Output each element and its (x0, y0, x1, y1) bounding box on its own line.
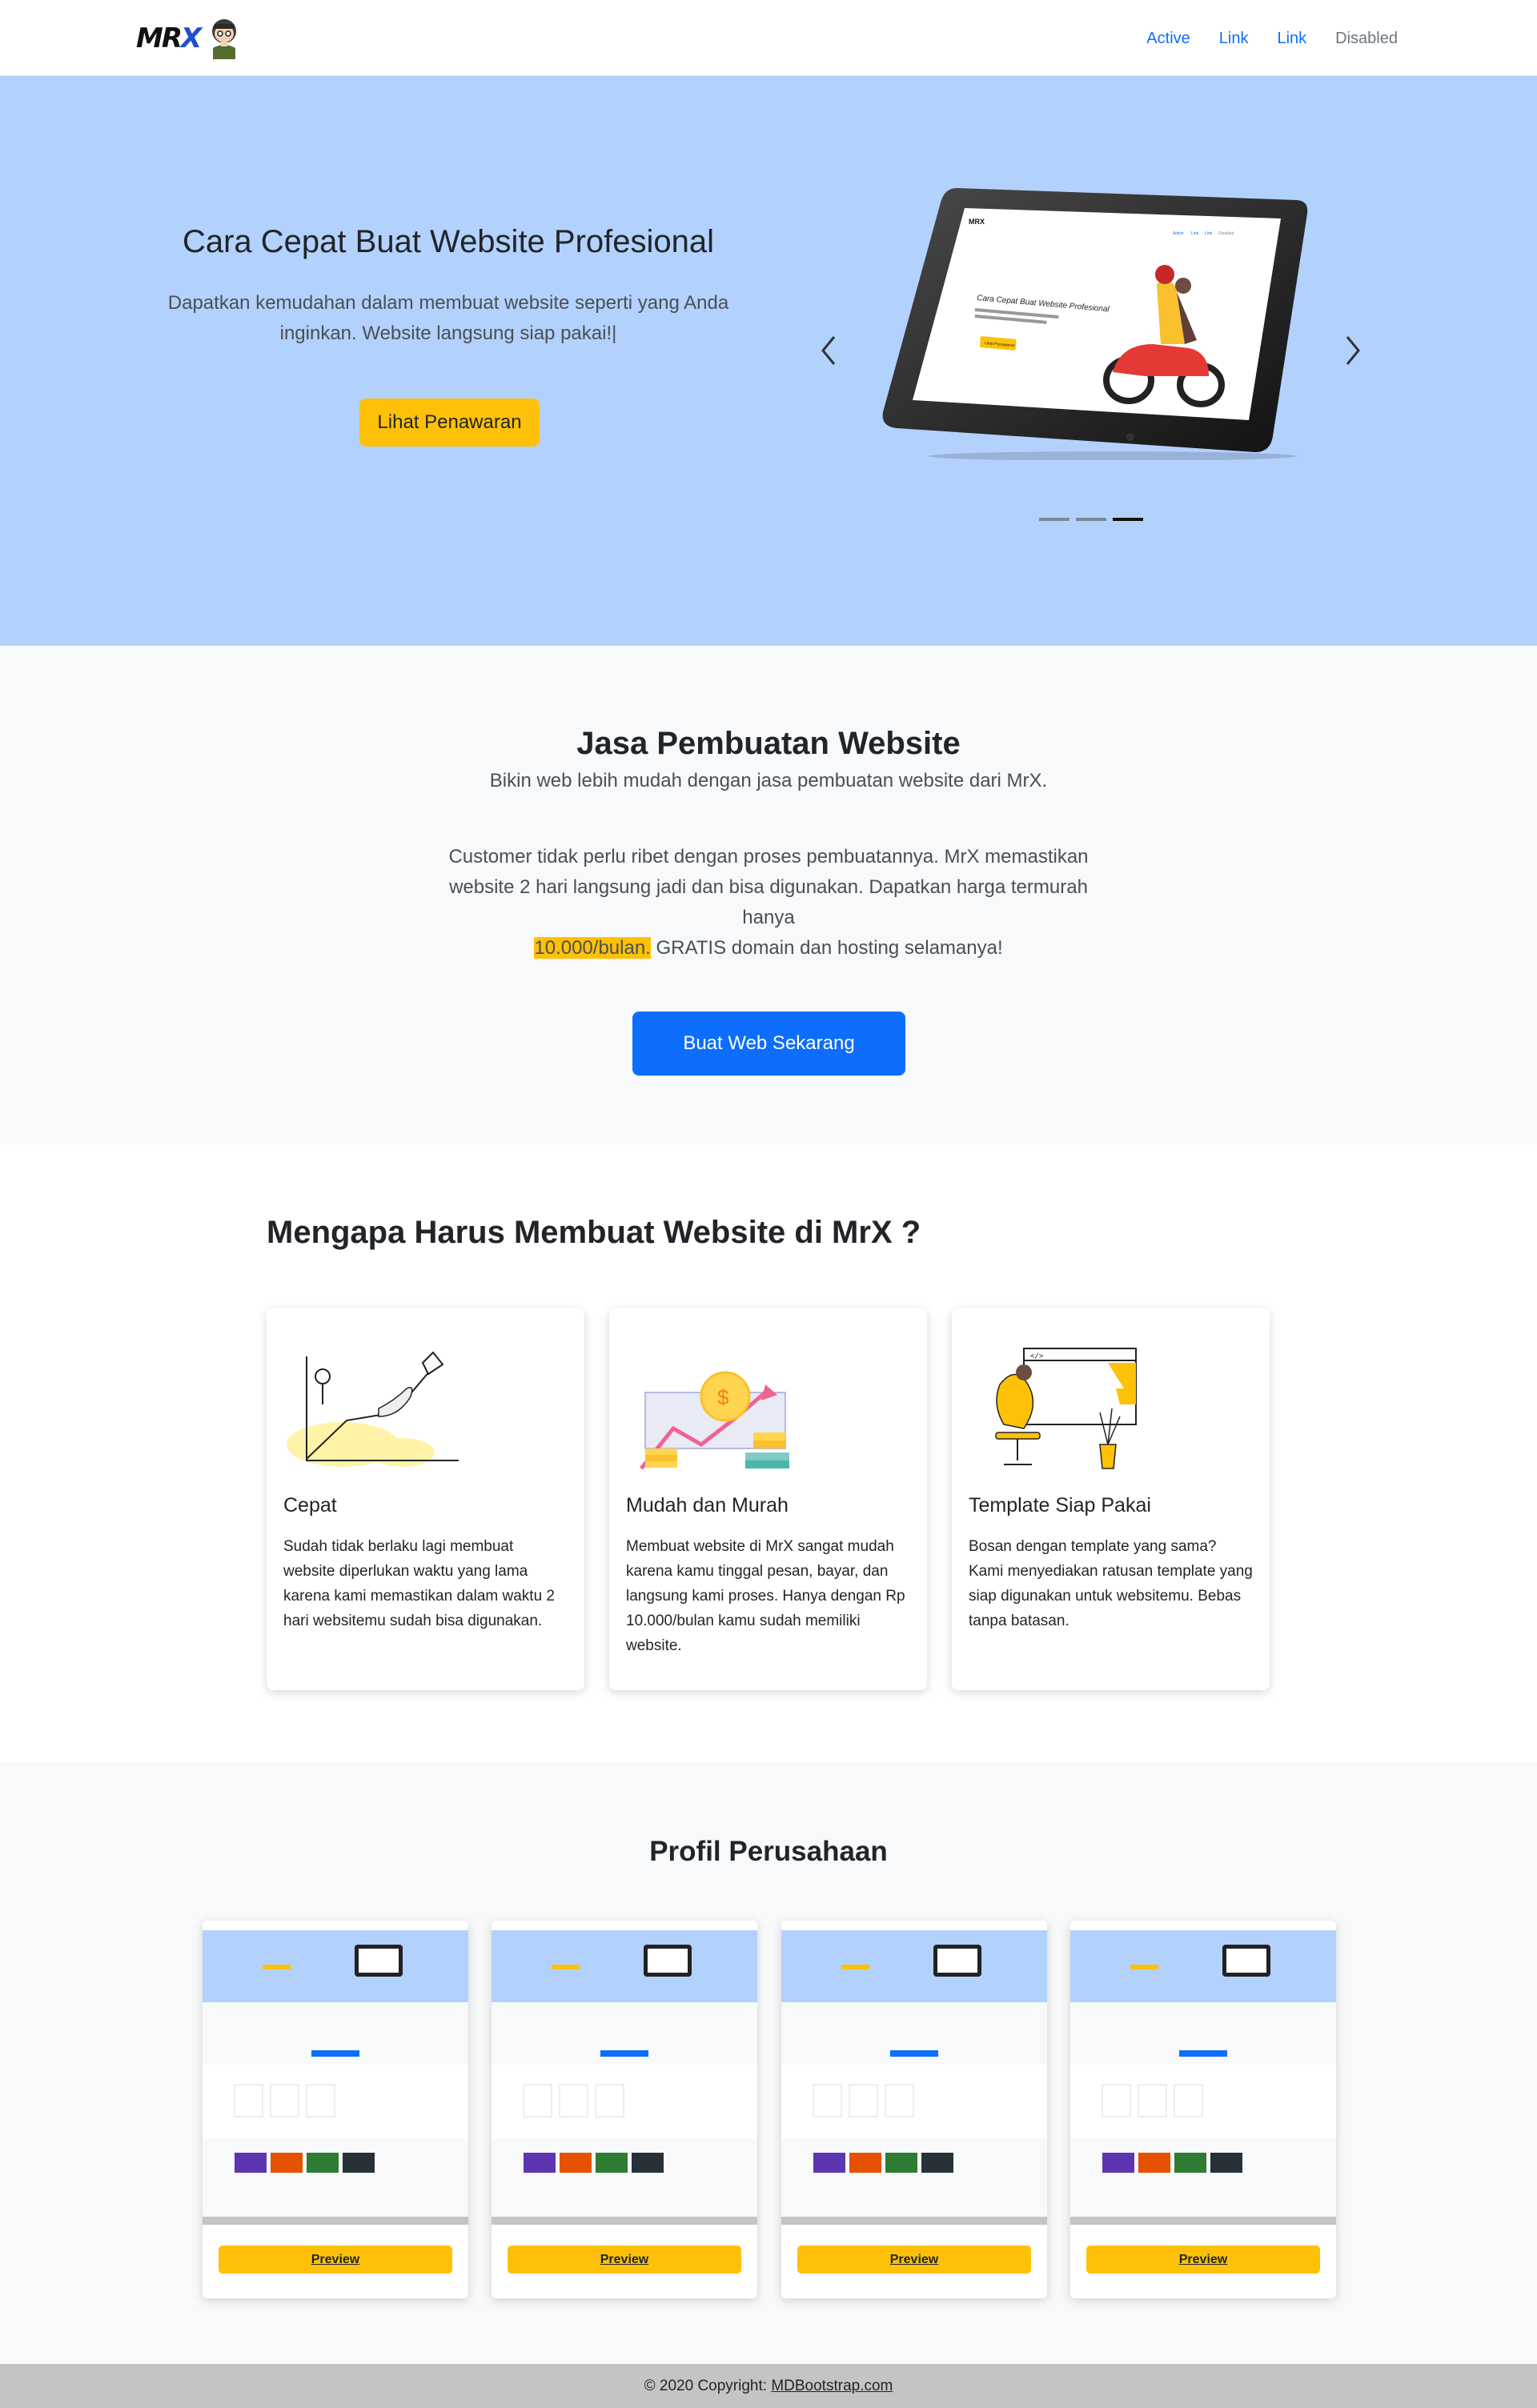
website-preview-thumbnail (1070, 1921, 1336, 2225)
carousel-indicator-1[interactable] (1039, 518, 1069, 521)
price-highlight: 10.000/bulan. (534, 937, 651, 959)
svg-text:Link: Link (1205, 231, 1213, 236)
carousel-indicators (1039, 518, 1143, 521)
hero-subtitle: Dapatkan kemudahan dalam membuat website… (167, 292, 729, 344)
jasa-section: Jasa Pembuatan Website Bikin web lebih m… (0, 646, 1537, 1144)
feature-card-mudah-murah: $ Mudah dan Murah Membuat website di MrX… (609, 1308, 927, 1690)
card-text: Membuat website di MrX sangat mudah kare… (626, 1538, 905, 1654)
navbar: MRX Active Link Link Disabled (0, 0, 1537, 76)
website-preview-thumbnail (781, 1921, 1047, 2225)
tablet-mockup-image: MRX Active Link Link Disabled Cara Cepat… (882, 188, 1308, 460)
hero-title: Cara Cepat Buat Website Profesional (182, 224, 715, 259)
hero-section: Cara Cepat Buat Website Profesional Dapa… (0, 76, 1537, 646)
footer-link[interactable]: MDBootstrap.com (771, 2378, 893, 2394)
svg-text:</>: </> (1030, 1352, 1044, 1360)
nav-link-active[interactable]: Active (1132, 26, 1204, 50)
brand-logo[interactable]: MRX (136, 14, 242, 62)
profile-card: Preview (492, 1921, 757, 2298)
profile-card: Preview (203, 1921, 468, 2298)
nav-link-1[interactable]: Link (1205, 26, 1263, 50)
card-title: Cepat (283, 1494, 337, 1517)
nav-link-2[interactable]: Link (1262, 26, 1321, 50)
card-text: Bosan dengan template yang sama? Kami me… (969, 1538, 1253, 1629)
money-growth-illustration: $ (640, 1371, 789, 1470)
jasa-title: Jasa Pembuatan Website (576, 726, 961, 761)
mascot-icon (212, 19, 237, 59)
profil-section: Profil Perusahaan Preview Preview Previe… (0, 1762, 1537, 2364)
feature-card-template: </> Template Siap Pakai Bosan dengan tem… (952, 1308, 1270, 1690)
carousel-prev-icon[interactable] (817, 331, 841, 371)
preview-button[interactable]: Preview (508, 2246, 741, 2274)
main-nav: Active Link Link Disabled (1132, 26, 1412, 50)
preview-button[interactable]: Preview (797, 2246, 1031, 2274)
svg-text:$: $ (717, 1385, 729, 1409)
rocket-growth-illustration (287, 1351, 459, 1467)
copyright-text: © 2020 Copyright: (644, 2378, 772, 2394)
preview-button[interactable]: Preview (219, 2246, 452, 2274)
card-title: Mudah dan Murah (626, 1494, 789, 1517)
tablet-screen-brand: MRX (969, 218, 985, 226)
why-title: Mengapa Harus Membuat Website di MrX ? (267, 1215, 921, 1250)
card-title: Template Siap Pakai (969, 1494, 1151, 1517)
carousel-indicator-2[interactable] (1076, 518, 1106, 521)
buat-web-sekarang-button[interactable]: Buat Web Sekarang (632, 1012, 905, 1076)
website-preview-thumbnail (492, 1921, 757, 2225)
designer-illustration: </> (995, 1348, 1137, 1469)
feature-card-cepat: Cepat Sudah tidak berlaku lagi membuat w… (267, 1308, 584, 1690)
jasa-body: Customer tidak perlu ribet dengan proses… (444, 842, 1093, 964)
preview-button[interactable]: Preview (1086, 2246, 1320, 2274)
lihat-penawaran-button[interactable]: Lihat Penawaran (359, 399, 540, 447)
profile-card: Preview (781, 1921, 1047, 2298)
card-text: Sudah tidak berlaku lagi membuat website… (283, 1538, 555, 1629)
carousel-next-icon[interactable] (1341, 331, 1365, 371)
profil-title: Profil Perusahaan (649, 1836, 888, 1867)
nav-link-disabled: Disabled (1335, 30, 1398, 47)
svg-text:Active: Active (1173, 231, 1184, 236)
profile-card: Preview (1070, 1921, 1336, 2298)
why-section: Mengapa Harus Membuat Website di MrX ? C… (0, 1144, 1537, 1762)
brand-text: MRX (136, 22, 202, 54)
website-preview-thumbnail (203, 1921, 468, 2225)
svg-text:Link: Link (1191, 231, 1199, 236)
svg-text:Disabled: Disabled (1218, 231, 1234, 236)
jasa-subtitle: Bikin web lebih mudah dengan jasa pembua… (489, 770, 1048, 791)
carousel-indicator-3[interactable] (1113, 518, 1143, 521)
footer: © 2020 Copyright: MDBootstrap.com (0, 2364, 1537, 2408)
jasa-body-text: Customer tidak perlu ribet dengan proses… (448, 846, 1089, 928)
jasa-body-text-2: GRATIS domain dan hosting selamanya! (650, 937, 1003, 959)
